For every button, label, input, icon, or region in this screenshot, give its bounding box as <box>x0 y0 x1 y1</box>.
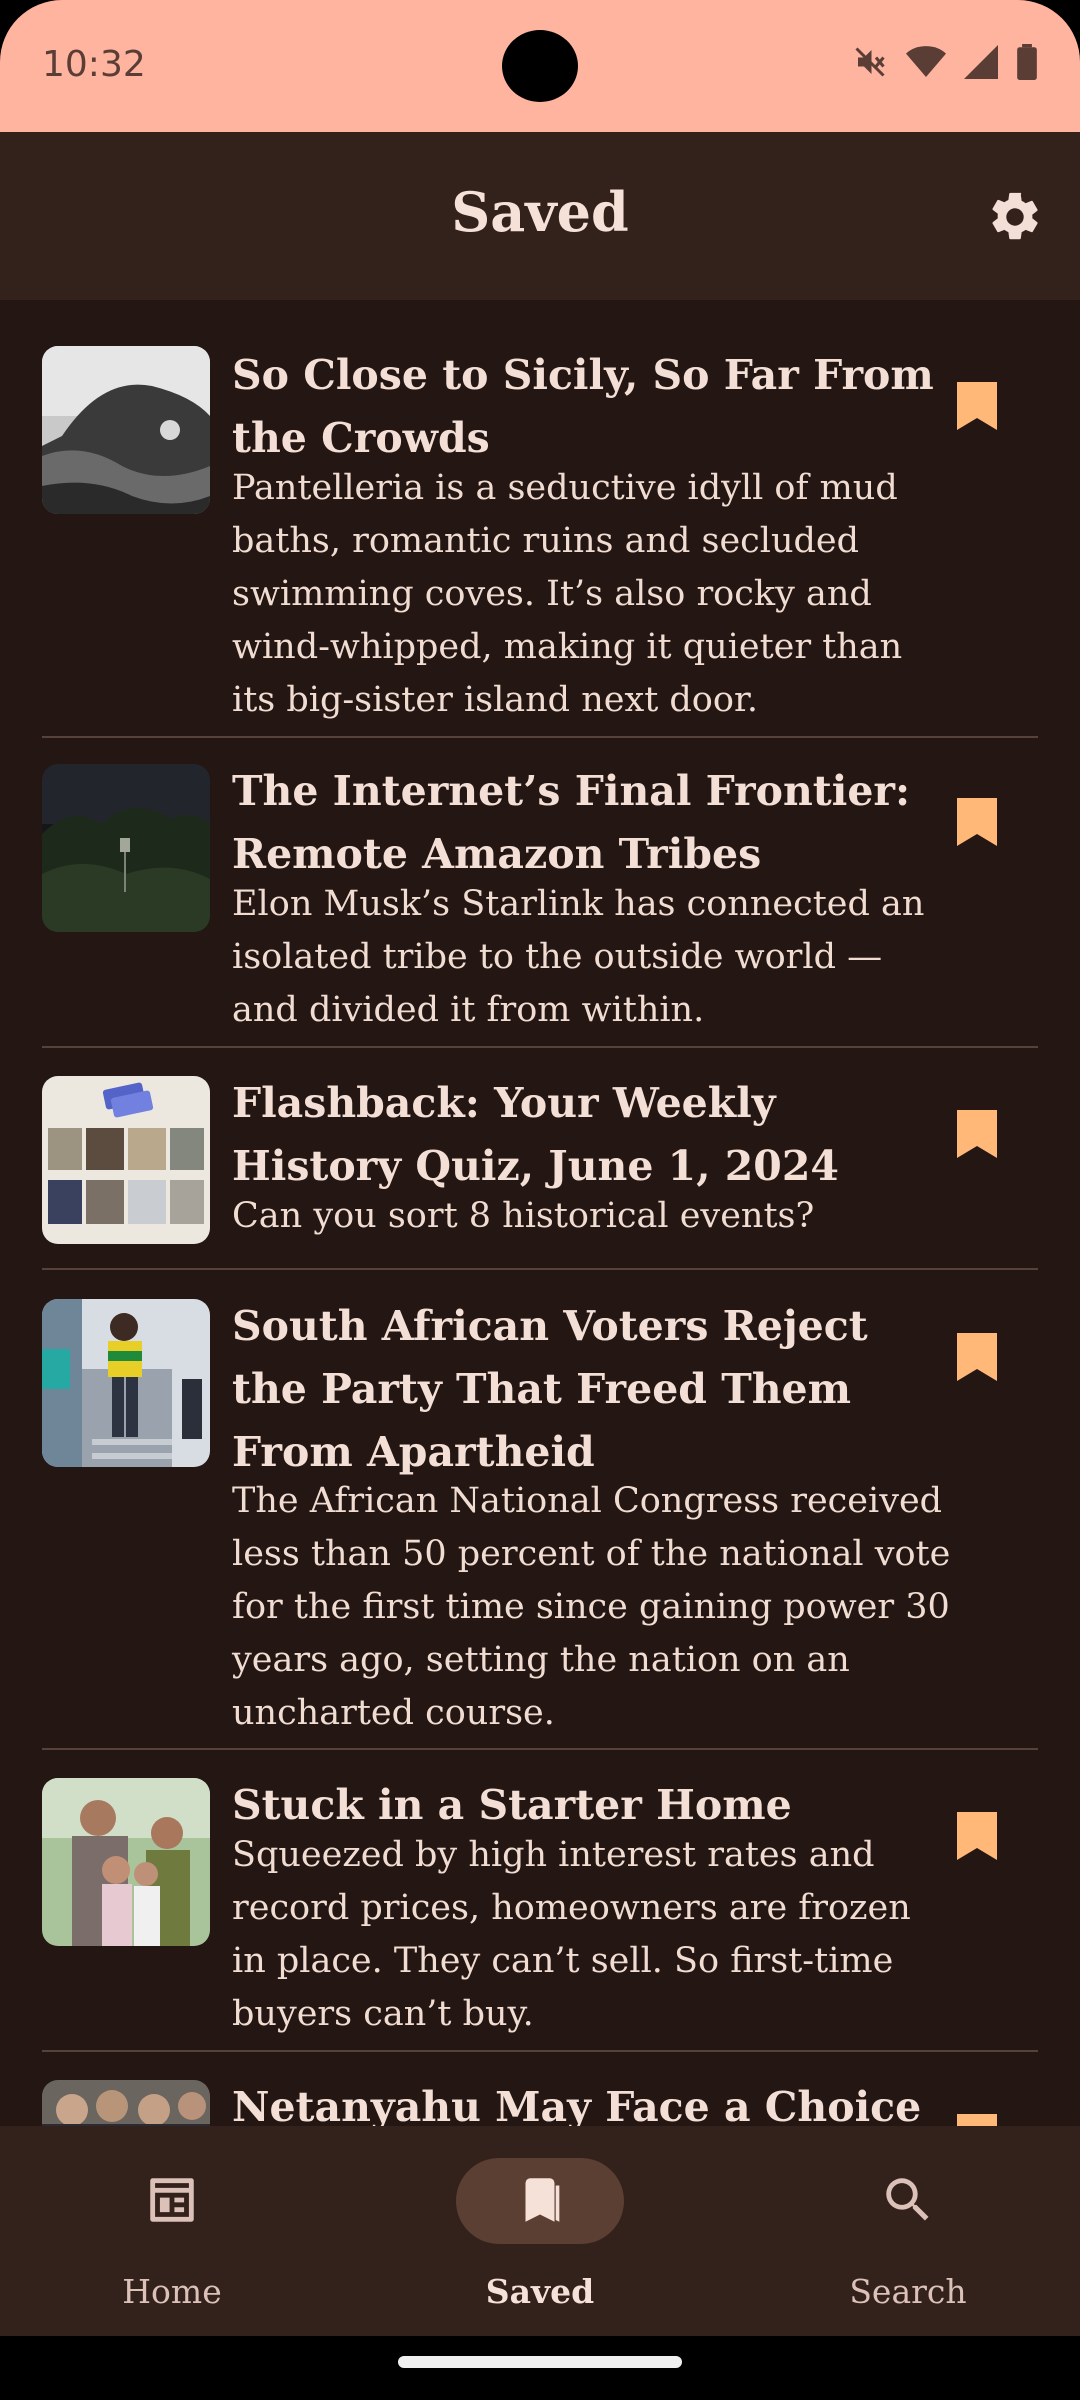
divider <box>42 1268 1038 1270</box>
article-title: South African Voters Reject the Party Th… <box>232 1302 868 1476</box>
screen: 10:32 Saved So Close to Sicily, So Far F… <box>0 0 1080 2400</box>
article-title: Stuck in a Starter Home <box>232 1781 792 1829</box>
article-thumbnail <box>42 1778 210 1946</box>
nav-item-home[interactable]: Home <box>32 2126 312 2336</box>
nav-item-search[interactable]: Search <box>768 2126 1048 2336</box>
wifi-icon <box>906 46 946 77</box>
app-bar: Saved <box>0 132 1080 300</box>
nav-label: Home <box>122 2272 222 2311</box>
article-title: Flashback: Your Weekly History Quiz, Jun… <box>232 1079 839 1190</box>
article-title: The Internet’s Final Frontier: Remote Am… <box>232 767 911 878</box>
article-summary: Can you sort 8 historical events? <box>232 1196 815 1236</box>
list-item[interactable]: Netanyahu May Face a Choice <box>42 2076 1038 2126</box>
divider <box>42 736 1038 738</box>
bottom-navigation: Home Saved Search <box>0 2126 1080 2336</box>
divider <box>42 2050 1038 2052</box>
bookmarks-icon <box>525 2178 560 2222</box>
bookmark-filled-icon[interactable] <box>957 382 997 430</box>
camera-cutout <box>502 30 578 102</box>
gesture-handle[interactable] <box>398 2356 682 2368</box>
bookmark-filled-icon[interactable] <box>957 1110 997 1158</box>
divider <box>42 1046 1038 1048</box>
signal-icon <box>964 45 998 79</box>
article-thumbnail <box>42 764 210 932</box>
settings-gear-icon[interactable] <box>986 188 1044 246</box>
article-thumbnail <box>42 2080 210 2126</box>
battery-icon <box>1017 44 1037 80</box>
bookmark-filled-icon[interactable] <box>957 2114 997 2126</box>
article-thumbnail <box>42 1299 210 1467</box>
saved-articles-list: So Close to Sicily, So Far From the Crow… <box>0 300 1080 2126</box>
nav-label: Search <box>849 2272 967 2311</box>
nav-item-saved[interactable]: Saved <box>400 2126 680 2336</box>
status-icons <box>852 44 1038 80</box>
newspaper-icon <box>150 2178 194 2222</box>
bookmark-filled-icon[interactable] <box>957 798 997 846</box>
list-item[interactable]: The Internet’s Final Frontier: Remote Am… <box>42 760 1038 1030</box>
article-thumbnail <box>42 346 210 514</box>
article-title: Netanyahu May Face a Choice <box>232 2083 922 2126</box>
bookmark-filled-icon[interactable] <box>957 1333 997 1381</box>
list-item[interactable]: Flashback: Your Weekly History Quiz, Jun… <box>42 1072 1038 1262</box>
status-time: 10:32 <box>42 44 146 85</box>
article-title: So Close to Sicily, So Far From the Crow… <box>232 351 934 462</box>
article-summary: Pantelleria is a seductive idyll of mud … <box>232 468 903 720</box>
status-bar: 10:32 <box>0 0 1080 132</box>
search-icon <box>886 2178 929 2221</box>
bookmark-filled-icon[interactable] <box>957 1812 997 1860</box>
article-thumbnail <box>42 1076 210 1244</box>
mute-icon <box>855 47 885 77</box>
nav-label: Saved <box>485 2272 595 2311</box>
article-summary: The African National Congress received l… <box>232 1481 951 1733</box>
list-item[interactable]: South African Voters Reject the Party Th… <box>42 1295 1038 1735</box>
article-summary: Elon Musk’s Starlink has connected an is… <box>232 884 925 1030</box>
divider <box>42 1748 1038 1750</box>
article-summary: Squeezed by high interest rates and reco… <box>232 1835 911 2034</box>
list-item[interactable]: So Close to Sicily, So Far From the Crow… <box>42 344 1038 720</box>
list-item[interactable]: Stuck in a Starter Home Squeezed by high… <box>42 1774 1038 2044</box>
page-title: Saved <box>451 180 629 244</box>
